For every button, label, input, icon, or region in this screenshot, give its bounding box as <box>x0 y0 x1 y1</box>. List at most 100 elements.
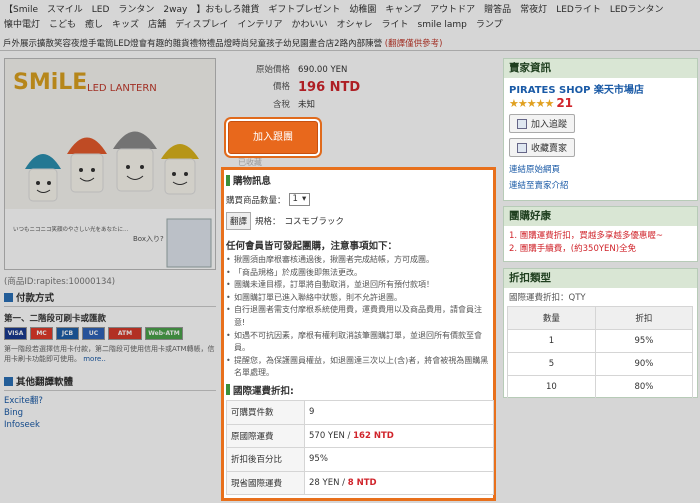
product-title: 戶外展示擴散笑容夜燈手電筒LED燈會有趣的雜貨禮物禮品燈時尚兒童孩子幼兒園畫合店… <box>0 37 700 51</box>
notice-title: 任何會員皆可發起團購，注意事項如下： <box>226 241 398 252</box>
tag-link[interactable]: キャンプ <box>385 5 421 15</box>
tag-link[interactable]: 店舗 <box>148 20 166 30</box>
translate-button[interactable]: 翻譯 <box>226 212 252 230</box>
rules-list: 揪團須由摩根審核通過後，揪團者完成結帳，方可成團。「商品規格」於成團後即無法更改… <box>226 254 493 380</box>
payment-line: 第一、二階段可刷卡或匯款 <box>4 314 107 324</box>
spec-label: 規格： <box>255 217 281 227</box>
payment-header: 付款方式 <box>4 290 216 307</box>
tag-link[interactable]: アウトドア <box>430 5 475 15</box>
tag-link[interactable]: ギフトプレゼント <box>268 5 340 15</box>
image-caption: いつもニコニコ笑顔のやさしい光をあなたに… <box>13 225 129 233</box>
qty-label: 購買商品數量： <box>226 195 286 206</box>
discount-row: 5 90% <box>507 352 694 376</box>
discount-table: 數量 折扣 1 95% 5 90% 10 80% <box>507 306 694 399</box>
shop-link[interactable]: PIRATES SHOP 楽天市場店 <box>509 85 644 96</box>
card-logos: VISA MC JCB UC ATM Web-ATM <box>4 327 216 340</box>
favorite-icon <box>517 142 527 153</box>
discount-header: 折扣類型 <box>504 269 697 288</box>
rule-item: 自行退團者需支付摩根系統使用費，運費費用以及商品費用，請會員注意! <box>226 304 490 329</box>
price-label: 價格 <box>272 82 290 92</box>
product-id: (商品ID:rapites:10000134) <box>4 277 116 287</box>
product-title-text: 戶外展示擴散笑容夜燈手電筒LED燈會有趣的雜貨禮物禮品燈時尚兒童孩子幼兒園畫合店… <box>3 39 383 49</box>
favorite-seller-button[interactable]: 收藏賣家 <box>509 138 576 157</box>
fee-row: 可購買件數 9 <box>226 399 494 425</box>
tag-link[interactable]: 贈答品 <box>484 5 511 15</box>
tag-link[interactable]: 常夜灯 <box>520 5 547 15</box>
tag-link[interactable]: smile lamp <box>418 20 467 30</box>
group-deals-panel: 團購好康 1. 團購運費折扣，買越多享越多優惠喔~ 2. 團購手續費，(約350… <box>503 206 698 262</box>
seller-intro-link[interactable]: 連結至賣家介紹 <box>509 179 692 191</box>
excite-link[interactable]: Excite翻? <box>4 395 216 407</box>
translator-icon <box>4 376 13 386</box>
add-to-cart-button[interactable]: 加入跟團 <box>228 121 318 154</box>
tag-link[interactable]: LEDランタン <box>610 5 664 15</box>
translator-header: 其他翻譯軟體 <box>4 374 216 391</box>
atm-logo: ATM <box>108 327 142 340</box>
rule-item: 揪團須由摩根審核通過後，揪團者完成結帳，方可成團。 <box>226 254 490 267</box>
tag-link[interactable]: インテリア <box>237 20 282 30</box>
payment-note: 第一階段若選擇信用卡付款，第二階段可使用信用卡或ATM轉帳，信用卡刷卡功能即可使… <box>4 345 215 363</box>
product-image[interactable]: SMiLE LED LANTERN いつもニコニコ笑顔のやさしい光をあなたに… … <box>4 58 216 270</box>
tag-bar: 【Smile スマイル LED ランタン 2way 】おもしろ雑貨 ギフトプレゼント 幼稚園キ… <box>0 0 700 34</box>
rule-item: 如遇不可抗因素，摩根有權利取消該筆團購訂單，並退回所有價款至會員。 <box>226 330 490 355</box>
infoseek-link[interactable]: Infoseek <box>4 419 216 431</box>
fee-value: 570 YEN / 162 NTD <box>304 423 494 449</box>
fee-key: 現省國際運費 <box>226 470 305 496</box>
tag-link[interactable]: 【Smile <box>4 5 38 15</box>
tax-value: 未知 <box>298 100 316 110</box>
follow-button[interactable]: 加入追蹤 <box>509 114 576 133</box>
tag-link[interactable]: ディスプレイ <box>175 20 228 30</box>
visa-logo: VISA <box>4 327 27 340</box>
dropdown-arrow-icon: ▾ <box>301 194 307 204</box>
fee-value: 28 YEN / 8 NTD <box>304 470 494 496</box>
tag-link[interactable]: ライト <box>382 20 409 30</box>
group-line-1: 1. 團購運費折扣，買越多享越多優惠喔~ <box>509 231 663 241</box>
tag-link[interactable]: 】おもしろ雑貨 <box>196 5 259 15</box>
tax-label: 含稅 <box>272 100 290 110</box>
tag-link[interactable]: オシャレ <box>336 20 372 30</box>
discount-row: 1 95% <box>507 329 694 353</box>
more-link[interactable]: more.. <box>83 355 106 363</box>
tag-link[interactable]: ランプ <box>476 20 503 30</box>
purchase-header: 購物訊息 <box>226 173 493 187</box>
tag-link[interactable]: こども <box>49 20 76 30</box>
tag-link[interactable]: かわいい <box>291 20 327 30</box>
rating: ★★★★★ 21 <box>509 96 692 110</box>
qty-select[interactable]: 1 ▾ <box>288 193 311 206</box>
group-line-2: 2. 團購手續費，(約350YEN)全免 <box>509 244 637 254</box>
original-page-link[interactable]: 連結原始網頁 <box>509 163 692 175</box>
orig-price-label: 原始價格 <box>255 65 290 75</box>
seller-header: 賣家資訊 <box>504 59 697 78</box>
rule-item: 「商品規格」於成團後即無法更改。 <box>226 267 490 280</box>
tag-link[interactable]: 癒し <box>85 20 103 30</box>
qty-row: 購買商品數量： 1 ▾ <box>226 193 493 206</box>
bing-link[interactable]: Bing <box>4 407 216 419</box>
fee-value: 9 <box>304 399 494 425</box>
tag-link[interactable]: 懐中電灯 <box>4 20 40 30</box>
fee-key: 原國際運費 <box>226 423 305 449</box>
rule-item: 團購未達目標，訂單將自動取消，並退回所有預付款項！ <box>226 279 490 292</box>
tag-link[interactable]: ランタン <box>118 5 154 15</box>
tag-link[interactable]: LED <box>92 5 110 15</box>
tag-link[interactable]: 2way <box>163 5 187 15</box>
jcb-logo: JCB <box>56 327 79 340</box>
tag-link[interactable]: キッズ <box>112 20 139 30</box>
discount-row: 10 80% <box>507 375 694 399</box>
tag-link[interactable]: LEDライト <box>556 5 601 15</box>
tag-link[interactable]: 幼稚園 <box>349 5 376 15</box>
orig-price-value: 690.00 YEN <box>298 65 348 75</box>
webatm-logo: Web-ATM <box>145 327 183 340</box>
purchase-panel: 購物訊息 購買商品數量： 1 ▾ 翻譯 規格： コスモブラック 任何會員皆可發起團購… <box>221 167 496 501</box>
price-box: 原始價格 690.00 YEN 價格 196 NTD 含稅 未知 <box>222 62 498 113</box>
brand-subtitle: LED LANTERN <box>87 83 157 94</box>
translator-section: 其他翻譯軟體 Excite翻? Bing Infoseek <box>4 374 216 431</box>
unioncard-logo: UC <box>82 327 105 340</box>
mastercard-logo: MC <box>30 327 53 340</box>
tag-link[interactable]: スマイル <box>47 5 83 15</box>
fee-value: 95% <box>304 447 494 472</box>
discount-panel: 折扣類型 國際運費折扣：QTY 數量 折扣 1 95% 5 90% 10 80% <box>503 268 698 399</box>
price-value: 196 NTD <box>298 80 361 95</box>
fee-row: 原國際運費 570 YEN / 162 NTD <box>226 423 494 449</box>
rule-item: 如團購訂單已進入聯絡中狀態，則不允許退團。 <box>226 292 490 305</box>
lantern-illustration: SMiLE LED LANTERN いつもニコニコ笑顔のやさしい光をあなたに… … <box>5 59 215 269</box>
